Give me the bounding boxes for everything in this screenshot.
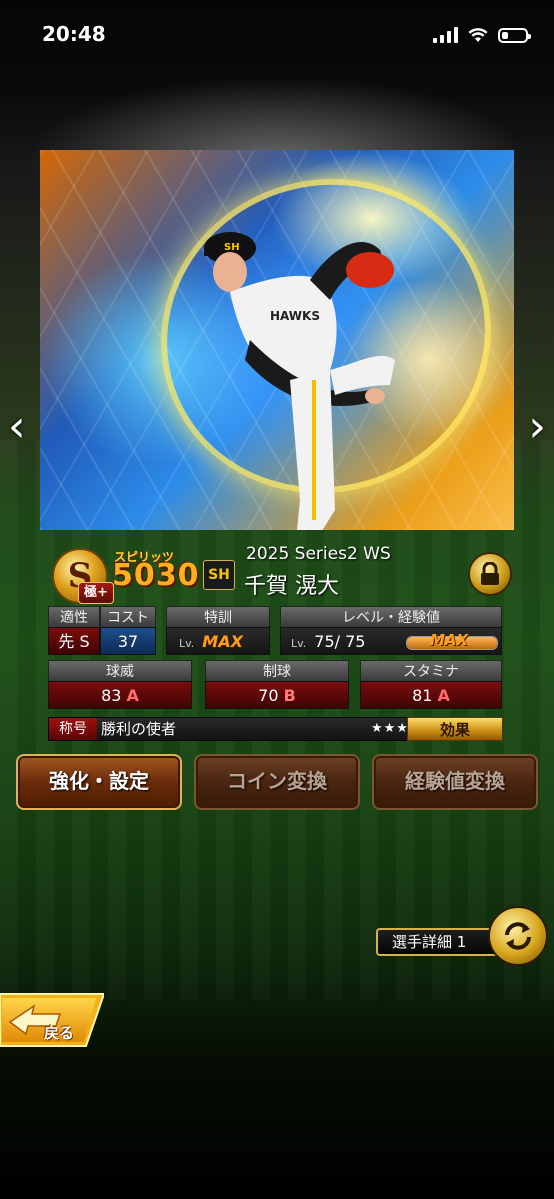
control-header: 制球 bbox=[205, 660, 349, 682]
next-card-arrow-icon[interactable]: › bbox=[528, 405, 546, 449]
level-header: レベル・経験値 bbox=[280, 606, 502, 628]
status-time: 20:48 bbox=[42, 22, 106, 46]
training-header: 特訓 bbox=[166, 606, 270, 628]
velocity-header: 球威 bbox=[48, 660, 192, 682]
level-lv-label: Lv. bbox=[291, 637, 307, 650]
stamina-grade: A bbox=[437, 686, 450, 705]
spirits-value: 5030 bbox=[112, 558, 200, 593]
velocity-cell: 83 A bbox=[48, 681, 192, 709]
level-value: 75/ 75 bbox=[314, 632, 366, 651]
battery-icon bbox=[498, 27, 531, 43]
aptitude-value: 先 S bbox=[48, 627, 100, 655]
lock-icon bbox=[481, 562, 499, 585]
title-text: 勝利の使者 bbox=[101, 720, 177, 738]
team-logo-icon: SH bbox=[203, 560, 235, 590]
swap-arrows-icon bbox=[505, 922, 531, 950]
pitcher-illustration: SH HAWKS bbox=[204, 232, 395, 530]
control-grade: B bbox=[283, 686, 296, 705]
svg-text:SH: SH bbox=[224, 242, 240, 253]
back-label[interactable]: 戻る bbox=[44, 1022, 74, 1043]
wifi-icon bbox=[468, 28, 488, 42]
stamina-header: スタミナ bbox=[360, 660, 502, 682]
title-stars: ★★★ bbox=[371, 721, 409, 736]
svg-text:HAWKS: HAWKS bbox=[270, 309, 320, 323]
velocity-value: 83 bbox=[101, 686, 122, 705]
cost-header: コスト bbox=[100, 606, 156, 628]
previous-card-arrow-icon[interactable]: ‹ bbox=[8, 405, 26, 449]
player-detail-button[interactable]: 選手詳細 1 bbox=[376, 928, 500, 956]
swap-view-button[interactable] bbox=[488, 906, 548, 966]
status-icons bbox=[433, 24, 531, 46]
velocity-grade: A bbox=[126, 686, 139, 705]
stamina-value: 81 bbox=[412, 686, 433, 705]
control-value: 70 bbox=[258, 686, 279, 705]
title-tag: 称号 bbox=[49, 718, 97, 740]
status-bar: 20:48 bbox=[0, 0, 554, 70]
player-name: 千賀 滉大 bbox=[244, 574, 339, 599]
training-cell: Lv. MAX bbox=[166, 627, 270, 655]
strengthen-button[interactable]: 強化・設定 bbox=[16, 754, 182, 810]
lock-button[interactable] bbox=[468, 552, 512, 596]
training-lv-label: Lv. bbox=[179, 637, 195, 650]
player-card-art: SH HAWKS bbox=[40, 150, 514, 530]
training-value: MAX bbox=[202, 632, 243, 651]
control-cell: 70 B bbox=[205, 681, 349, 709]
title-row: 称号 勝利の使者 ★★★ 効果 bbox=[48, 717, 503, 741]
rank-sub-badge: 極+ bbox=[78, 582, 114, 604]
exp-max-label: MAX bbox=[430, 631, 469, 649]
series-label: 2025 Series2 WS bbox=[246, 544, 391, 564]
effect-button[interactable]: 効果 bbox=[407, 717, 503, 741]
exp-convert-button[interactable]: 経験値変換 bbox=[372, 754, 538, 810]
cost-value: 37 bbox=[100, 627, 156, 655]
cellular-signal-icon bbox=[433, 27, 458, 43]
aptitude-header: 適性 bbox=[48, 606, 100, 628]
stamina-cell: 81 A bbox=[360, 681, 502, 709]
coin-convert-button[interactable]: コイン変換 bbox=[194, 754, 360, 810]
